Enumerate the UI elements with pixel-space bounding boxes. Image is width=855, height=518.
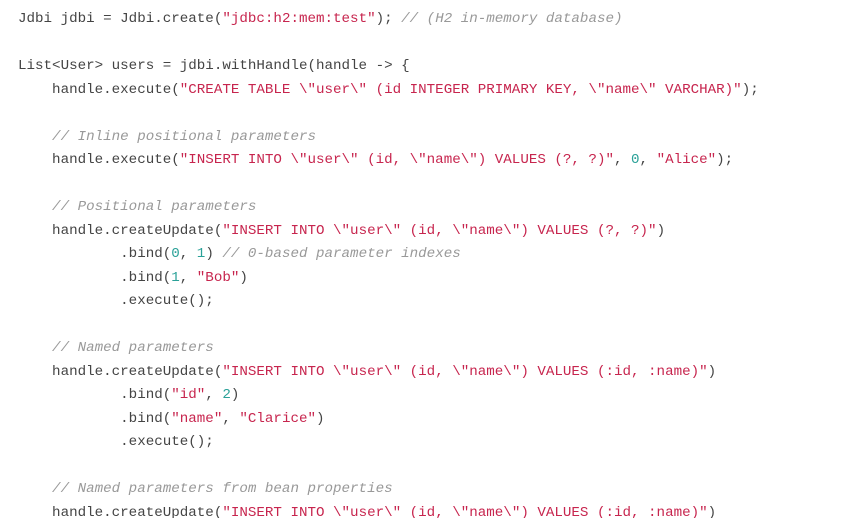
- code-text: .bind(: [18, 246, 171, 262]
- string-literal: "id": [171, 387, 205, 403]
- code-text: ): [205, 246, 222, 262]
- string-literal: "jdbc:h2:mem:test": [222, 11, 375, 27]
- code-line-13: .execute();: [18, 293, 214, 309]
- code-line-19: .execute();: [18, 434, 214, 450]
- string-literal: "Alice": [657, 152, 717, 168]
- code-text: ,: [614, 152, 631, 168]
- code-text: ,: [205, 387, 222, 403]
- string-literal: "CREATE TABLE \"user\" (id INTEGER PRIMA…: [180, 82, 742, 98]
- code-text: .execute();: [18, 434, 214, 450]
- code-text: ): [316, 411, 325, 427]
- code-line-15: // Named parameters: [18, 340, 214, 356]
- code-line-16: handle.createUpdate("INSERT INTO \"user\…: [18, 364, 716, 380]
- code-text: ): [239, 270, 248, 286]
- string-literal: "INSERT INTO \"user\" (id, \"name\") VAL…: [222, 505, 707, 518]
- code-text: ,: [640, 152, 657, 168]
- number-literal: 1: [171, 270, 180, 286]
- comment: // Named parameters from bean properties: [18, 481, 393, 497]
- code-text: ,: [180, 246, 197, 262]
- comment: // 0-based parameter indexes: [222, 246, 460, 262]
- string-literal: "INSERT INTO \"user\" (id, \"name\") VAL…: [180, 152, 614, 168]
- code-text: ,: [222, 411, 239, 427]
- code-line-6: // Inline positional parameters: [18, 129, 316, 145]
- number-literal: 0: [631, 152, 640, 168]
- code-text: handle.createUpdate(: [18, 223, 222, 239]
- code-text: handle.execute(: [18, 152, 180, 168]
- code-text: handle.execute(: [18, 82, 180, 98]
- code-line-22: handle.createUpdate("INSERT INTO \"user\…: [18, 505, 716, 518]
- code-text: ): [657, 223, 666, 239]
- code-line-9: // Positional parameters: [18, 199, 256, 215]
- code-line-1: Jdbi jdbi = Jdbi.create("jdbc:h2:mem:tes…: [18, 11, 623, 27]
- code-line-18: .bind("name", "Clarice"): [18, 411, 325, 427]
- string-literal: "name": [171, 411, 222, 427]
- code-text: .execute();: [18, 293, 214, 309]
- code-text: .bind(: [18, 270, 171, 286]
- comment: // Inline positional parameters: [18, 129, 316, 145]
- code-line-17: .bind("id", 2): [18, 387, 239, 403]
- code-line-7: handle.execute("INSERT INTO \"user\" (id…: [18, 152, 733, 168]
- code-text: List<User> users = jdbi.withHandle(handl…: [18, 58, 410, 74]
- code-line-3: List<User> users = jdbi.withHandle(handl…: [18, 58, 410, 74]
- code-line-12: .bind(1, "Bob"): [18, 270, 248, 286]
- string-literal: "Clarice": [239, 411, 316, 427]
- code-line-21: // Named parameters from bean properties: [18, 481, 393, 497]
- comment: // Positional parameters: [18, 199, 256, 215]
- code-text: handle.createUpdate(: [18, 505, 222, 518]
- number-literal: 2: [222, 387, 231, 403]
- code-line-11: .bind(0, 1) // 0-based parameter indexes: [18, 246, 461, 262]
- code-text: );: [716, 152, 733, 168]
- code-text: .bind(: [18, 411, 171, 427]
- comment: // Named parameters: [18, 340, 214, 356]
- comment: // (H2 in-memory database): [401, 11, 622, 27]
- code-text: ,: [180, 270, 197, 286]
- code-text: );: [742, 82, 759, 98]
- string-literal: "INSERT INTO \"user\" (id, \"name\") VAL…: [222, 223, 656, 239]
- code-text: ): [231, 387, 240, 403]
- code-text: Jdbi jdbi = Jdbi.create(: [18, 11, 222, 27]
- string-literal: "Bob": [197, 270, 240, 286]
- number-literal: 0: [171, 246, 180, 262]
- string-literal: "INSERT INTO \"user\" (id, \"name\") VAL…: [222, 364, 707, 380]
- code-block: Jdbi jdbi = Jdbi.create("jdbc:h2:mem:tes…: [0, 0, 855, 518]
- code-line-4: handle.execute("CREATE TABLE \"user\" (i…: [18, 82, 759, 98]
- code-text: ): [708, 364, 717, 380]
- code-text: ): [708, 505, 717, 518]
- code-text: handle.createUpdate(: [18, 364, 222, 380]
- code-text: );: [376, 11, 402, 27]
- code-text: .bind(: [18, 387, 171, 403]
- code-line-10: handle.createUpdate("INSERT INTO \"user\…: [18, 223, 665, 239]
